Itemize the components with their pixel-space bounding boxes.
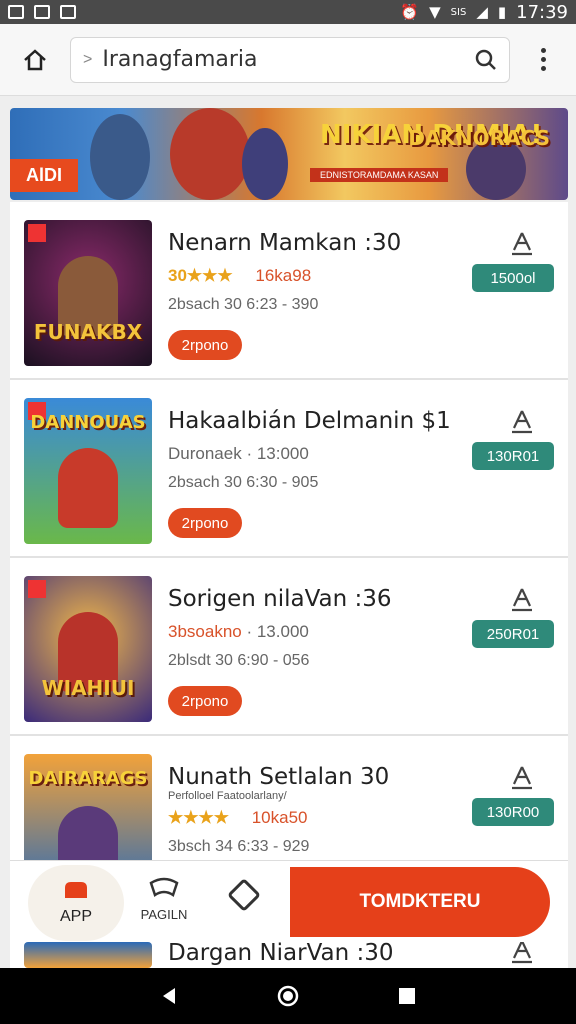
upload-icon[interactable] (510, 942, 534, 964)
app-meta: Duronaek · 13:000 (168, 444, 309, 464)
diamond-icon[interactable] (227, 878, 261, 912)
home-icon (24, 48, 46, 70)
nav-app-label: APP (59, 908, 92, 925)
browser-toolbar: > Iranagfamaria (0, 24, 576, 96)
corner-badge (28, 224, 46, 242)
clock: 17:39 (516, 1, 568, 23)
app-title: Sorigen nilaVan :36 (168, 586, 392, 612)
app-details: 2blsdt 30 6:90 - 056 (168, 652, 310, 669)
signal-icon: ◢ (476, 3, 488, 21)
app-title: Nunath Setlalan 30 (168, 764, 390, 790)
app-icon (65, 882, 87, 898)
price-button[interactable]: 1500ol (472, 264, 554, 292)
list-item[interactable]: DANNOUAS Hakaalbián Delmanin $1 Duronaek… (10, 380, 568, 558)
signal-text: SIS (450, 6, 467, 18)
battery-icon: ▮ (497, 3, 507, 21)
open-button[interactable]: 2rpono (168, 686, 242, 716)
home-circle-icon[interactable] (276, 984, 300, 1008)
app-details: 3bsch 34 6:33 - 929 (168, 838, 310, 855)
list-item-partial[interactable]: Dargan NiarVan :30 (10, 942, 568, 968)
gamepad-icon (149, 877, 179, 897)
url-bar[interactable]: > Iranagfamaria (70, 36, 510, 83)
banner-subtitle: EDNISTORAMDAMA KASAN (310, 168, 449, 182)
upload-icon[interactable] (510, 230, 534, 256)
upload-icon[interactable] (510, 408, 534, 434)
thumb-label: WIAHIUI (41, 676, 135, 700)
banner-character (90, 114, 150, 200)
developer: 3bsoakno (168, 622, 242, 641)
app-details: 2bsach 30 6:30 - 905 (168, 474, 319, 491)
promo-banner[interactable]: AlDI NIKIAN DUMIA! EDNISTORAMDAMA KASAN … (10, 108, 568, 200)
app-title: Hakaalbián Delmanin $1 (168, 408, 451, 434)
app-meta: ★★★★ 10ka50 (168, 808, 307, 828)
thumb-label: DANNOUAS (30, 412, 146, 433)
bag-icon (34, 5, 50, 19)
rating: 30★★★ (168, 266, 233, 285)
status-bar: ⏰ ▼ SIS ◢ ▮ 17:39 (0, 0, 576, 24)
url-text: Iranagfamaria (102, 47, 258, 72)
alarm-icon: ⏰ (400, 3, 420, 21)
list-item[interactable]: FUNAKBX Nenarn Mamkan :30 30★★★ 16ka98 2… (10, 202, 568, 380)
list-item[interactable]: WIAHIUI Sorigen nilaVan :36 3bsoakno · 1… (10, 558, 568, 736)
app-meta: 3bsoakno · 13.000 (168, 622, 309, 642)
nav-gamepad[interactable]: PAGILN (134, 875, 194, 922)
search-icon[interactable] (475, 49, 497, 71)
app-title: Nenarn Mamkan :30 (168, 230, 402, 256)
banner-character (242, 128, 288, 200)
developer: Duronaek (168, 444, 242, 463)
price-button[interactable]: 130R01 (472, 442, 554, 470)
thumb-label: DAIRARAGS (28, 768, 148, 789)
open-button[interactable]: 2rpono (168, 508, 242, 538)
price-button[interactable]: 250R01 (472, 620, 554, 648)
photo-icon (8, 5, 24, 19)
open-button[interactable]: 2rpono (168, 330, 242, 360)
price-button[interactable]: 130R00 (472, 798, 554, 826)
downloads: · 13:000 (246, 444, 309, 463)
app-meta: 30★★★ 16ka98 (168, 266, 311, 286)
downloads: 10ka50 (251, 808, 308, 827)
nav-app[interactable]: APP (28, 865, 124, 941)
banner-title-right: DAKNORACS (408, 126, 550, 150)
app-subtitle: Perfolloel Faatoolarlany/ (168, 790, 287, 802)
app-thumbnail: DANNOUAS (24, 398, 152, 544)
bottom-nav: APP PAGILN TOMDKTERU (10, 860, 568, 942)
downloads: · 13.000 (246, 622, 309, 641)
app-details: 2bsach 30 6:23 - 390 (168, 296, 319, 313)
rating: ★★★★ (168, 808, 229, 827)
banner-character (170, 108, 250, 200)
thumb-character (58, 448, 118, 528)
app-title: Dargan NiarVan :30 (168, 942, 394, 966)
banner-tag: AlDI (10, 159, 78, 192)
upload-icon[interactable] (510, 764, 534, 790)
app-thumbnail: FUNAKBX (24, 220, 152, 366)
system-nav-bar (0, 968, 576, 1024)
nav-gamepad-label: PAGILN (140, 907, 188, 922)
back-icon[interactable] (159, 986, 179, 1006)
recents-icon[interactable] (397, 986, 417, 1006)
corner-badge (28, 580, 46, 598)
more-vert-icon[interactable] (510, 48, 576, 71)
cta-button[interactable]: TOMDKTERU (290, 867, 550, 937)
thumb-label: FUNAKBX (33, 320, 143, 344)
app-list: FUNAKBX Nenarn Mamkan :30 30★★★ 16ka98 2… (10, 202, 568, 914)
app-thumbnail (24, 942, 152, 968)
wifi-icon: ▼ (429, 3, 441, 21)
image-icon (60, 5, 76, 19)
downloads: 16ka98 (255, 266, 312, 285)
app-thumbnail: WIAHIUI (24, 576, 152, 722)
upload-icon[interactable] (510, 586, 534, 612)
home-button[interactable] (0, 24, 70, 96)
chevron-right-icon: > (83, 50, 93, 68)
